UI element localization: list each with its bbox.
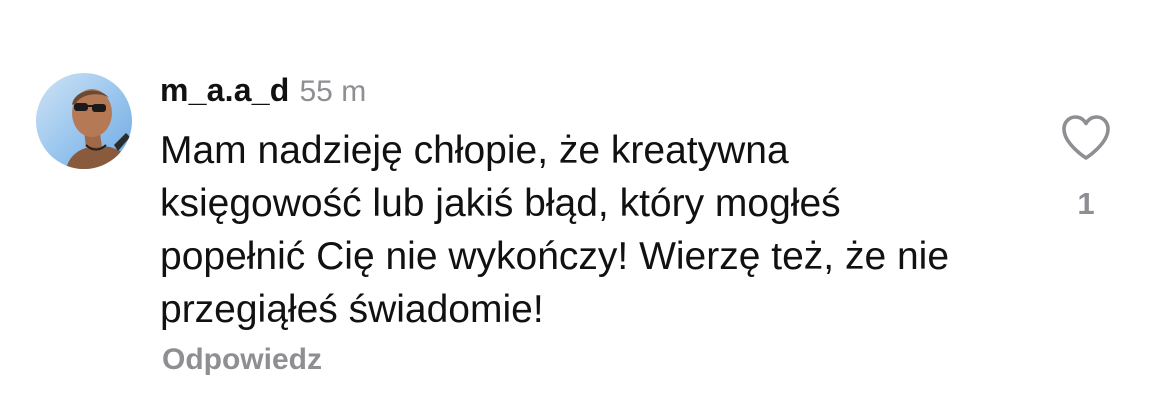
profile-photo-image <box>36 73 132 169</box>
comment-header: m_a.a_d 55 m <box>160 72 366 112</box>
comment-text: Mam nadzieję chłopie, że kreatywna księg… <box>160 129 950 331</box>
reply-button[interactable]: Odpowiedz <box>162 343 322 377</box>
username[interactable]: m_a.a_d <box>160 72 289 109</box>
avatar[interactable] <box>36 73 132 169</box>
comment-item: m_a.a_d 55 m Mam nadzieję chłopie, że kr… <box>0 0 1170 415</box>
like-count: 1 <box>1077 186 1095 221</box>
timestamp: 55 m <box>299 75 367 108</box>
heart-outline-icon[interactable] <box>1060 114 1112 162</box>
